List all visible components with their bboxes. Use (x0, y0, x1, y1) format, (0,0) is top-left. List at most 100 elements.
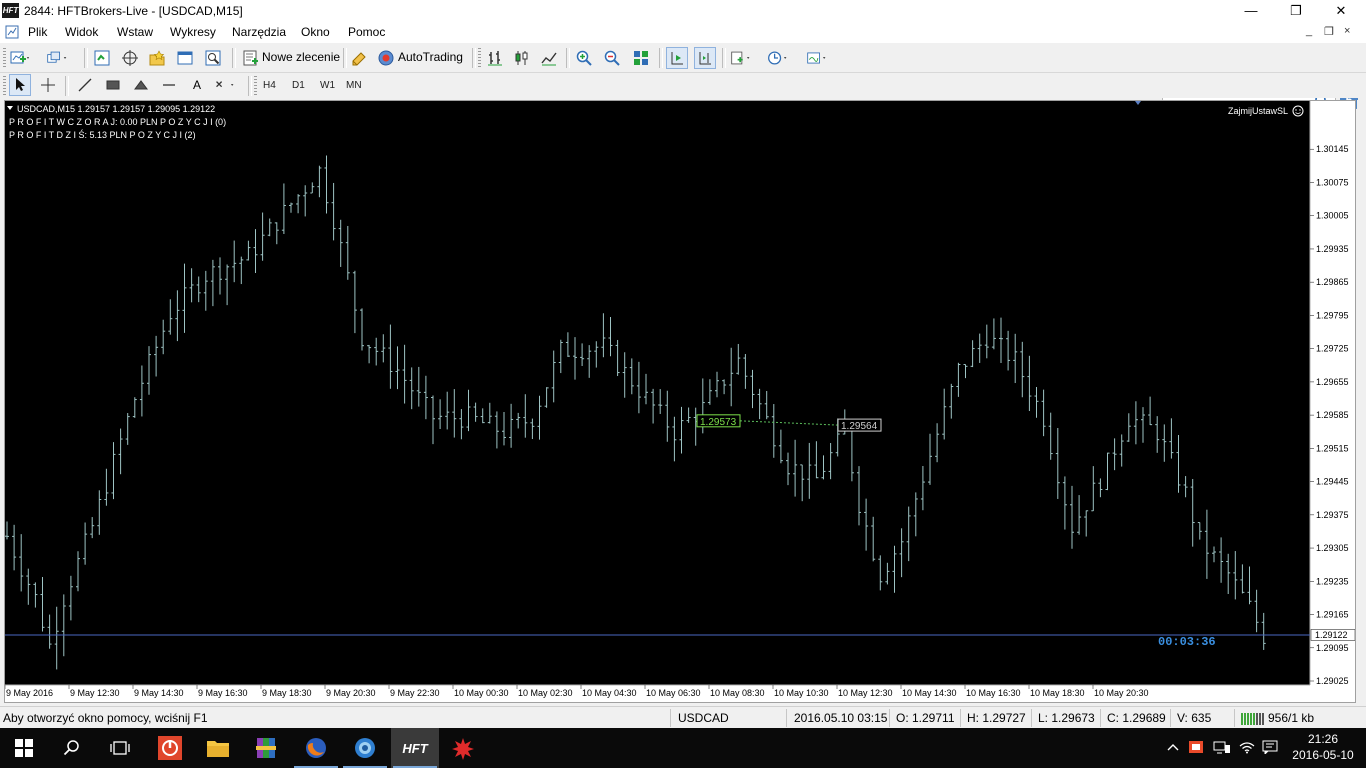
taskbar-app-power[interactable] (146, 728, 194, 768)
start-button[interactable] (0, 728, 48, 768)
x-axis-label: 9 May 12:30 (70, 688, 120, 698)
chart-info-line: USDCAD,M15 1.29157 1.29157 1.29095 1.291… (17, 104, 215, 114)
toolbar-grip[interactable] (3, 48, 6, 68)
taskbar-app-firefox[interactable] (292, 728, 340, 768)
tray-wifi-icon[interactable] (1239, 740, 1255, 754)
triangle-icon[interactable] (130, 74, 152, 96)
x-axis-label: 10 May 16:30 (966, 688, 1021, 698)
candlestick-chart-icon[interactable] (511, 47, 533, 69)
zoom-in-icon[interactable] (573, 47, 595, 69)
menu-narzedzia[interactable]: Narzędzia (232, 25, 286, 39)
toolbar-grip[interactable] (3, 76, 6, 96)
navigator-icon[interactable] (146, 47, 168, 69)
new-chart-icon[interactable] (9, 47, 31, 69)
vertical-scrollbar[interactable] (1357, 100, 1366, 703)
line-chart-icon[interactable] (538, 47, 560, 69)
y-axis-label: 1.29585 (1316, 410, 1349, 420)
periods-icon[interactable] (767, 47, 789, 69)
doc-minimize-button[interactable]: _ (1306, 25, 1312, 37)
menu-widok[interactable]: Widok (65, 25, 98, 39)
chart-shift-icon[interactable] (694, 47, 716, 69)
templates-icon[interactable] (806, 47, 828, 69)
menu-wstaw[interactable]: Wstaw (117, 25, 153, 39)
y-axis-label: 1.29445 (1316, 477, 1349, 487)
strategy-tester-icon[interactable] (202, 47, 224, 69)
minimize-button[interactable]: — (1228, 0, 1274, 22)
status-low: L: 1.29673 (1038, 711, 1095, 725)
new-order-icon[interactable] (240, 47, 262, 69)
tray-notifications-icon[interactable] (1262, 740, 1278, 754)
new-order-button[interactable]: Nowe zlecenie (262, 50, 340, 64)
tray-chevron-up-icon[interactable] (1166, 740, 1180, 754)
terminal-icon[interactable] (174, 47, 196, 69)
menu-okno[interactable]: Okno (301, 25, 330, 39)
folder-icon (207, 741, 229, 757)
tile-windows-icon[interactable] (630, 47, 652, 69)
indicators-icon[interactable] (730, 47, 752, 69)
autotrading-icon[interactable] (375, 47, 397, 69)
menu-pomoc[interactable]: Pomoc (348, 25, 385, 39)
menu-wykresy[interactable]: Wykresy (170, 25, 216, 39)
timeframe-w1[interactable]: W1 (320, 80, 335, 91)
profiles-icon[interactable] (46, 47, 68, 69)
y-axis-label: 1.30075 (1316, 177, 1349, 187)
toolbar-grip[interactable] (254, 76, 257, 96)
taskbar-app-hft[interactable]: HFT (391, 728, 439, 768)
trendline-icon[interactable] (74, 74, 96, 96)
tray-network-icon[interactable] (1213, 740, 1231, 754)
current-price-label: 1.29122 (1315, 630, 1348, 640)
y-axis-label: 1.29865 (1316, 277, 1349, 287)
market-watch-icon[interactable] (91, 47, 113, 69)
status-datetime: 2016.05.10 03:15 (794, 711, 888, 725)
y-axis-label: 1.30145 (1316, 144, 1349, 154)
task-view-button[interactable] (96, 728, 144, 768)
close-button[interactable]: ✕ (1318, 0, 1364, 22)
crosshair-icon[interactable] (37, 74, 59, 96)
taskbar-app-globe[interactable] (341, 728, 389, 768)
globe-app-icon (355, 738, 375, 758)
window-title: 2844: HFTBrokers-Live - [USDCAD,M15] (24, 4, 243, 18)
chart-window-icon[interactable] (5, 25, 19, 39)
app-icon: HFT (2, 3, 19, 18)
auto-scroll-icon[interactable] (666, 47, 688, 69)
timeframe-h4[interactable]: H4 (263, 80, 276, 91)
y-axis-label: 1.29655 (1316, 377, 1349, 387)
x-axis-label: 10 May 04:30 (582, 688, 637, 698)
horizontal-line-icon[interactable] (158, 74, 180, 96)
menu-plik[interactable]: Plik (28, 25, 47, 39)
doc-close-button[interactable]: × (1344, 25, 1350, 37)
autotrading-button[interactable]: AutoTrading (398, 50, 463, 64)
text-tool-icon[interactable]: A (186, 74, 208, 96)
connection-status-icon[interactable] (1241, 711, 1267, 725)
cursor-icon[interactable] (9, 74, 31, 96)
profit-today-text: P R O F I T D Z I Ś: 5.13 PLN P O Z Y C … (9, 129, 196, 140)
y-axis-label: 1.29305 (1316, 543, 1349, 553)
x-axis-label: 9 May 22:30 (390, 688, 440, 698)
x-axis-label: 10 May 18:30 (1030, 688, 1085, 698)
data-window-icon[interactable] (119, 47, 141, 69)
search-taskbar-button[interactable] (48, 728, 96, 768)
rectangle-icon[interactable] (102, 74, 124, 96)
restore-button[interactable]: ❐ (1273, 0, 1319, 22)
zoom-out-icon[interactable] (601, 47, 623, 69)
x-axis-label: 9 May 18:30 (262, 688, 312, 698)
price-scale[interactable] (1310, 101, 1355, 685)
taskbar-clock[interactable]: 21:26 2016-05-10 (1288, 731, 1358, 763)
taskbar-app-winrar[interactable] (242, 728, 290, 768)
timeframe-mn[interactable]: MN (346, 80, 362, 91)
toolbar-grip[interactable] (478, 48, 481, 68)
bar-chart-icon[interactable] (484, 47, 506, 69)
x-axis-label: 9 May 16:30 (198, 688, 248, 698)
timeframe-d1[interactable]: D1 (292, 80, 305, 91)
taskbar-app-explorer[interactable] (194, 728, 242, 768)
x-axis-label: 10 May 14:30 (902, 688, 957, 698)
meta-editor-icon[interactable] (348, 47, 370, 69)
profit-yesterday-text: P R O F I T W C Z O R A J: 0.00 PLN P O … (9, 117, 226, 127)
x-axis-label: 10 May 10:30 (774, 688, 829, 698)
tray-app-icon[interactable] (1188, 740, 1204, 754)
arrows-icon[interactable] (214, 74, 236, 96)
taskbar-app-red[interactable] (439, 728, 487, 768)
price-chart[interactable]: 1.30145 1.30075 1.30005 1.29935 1.29865 1.297… (5, 101, 1355, 702)
doc-restore-button[interactable]: ❐ (1324, 25, 1334, 38)
status-open: O: 1.29711 (896, 711, 955, 725)
